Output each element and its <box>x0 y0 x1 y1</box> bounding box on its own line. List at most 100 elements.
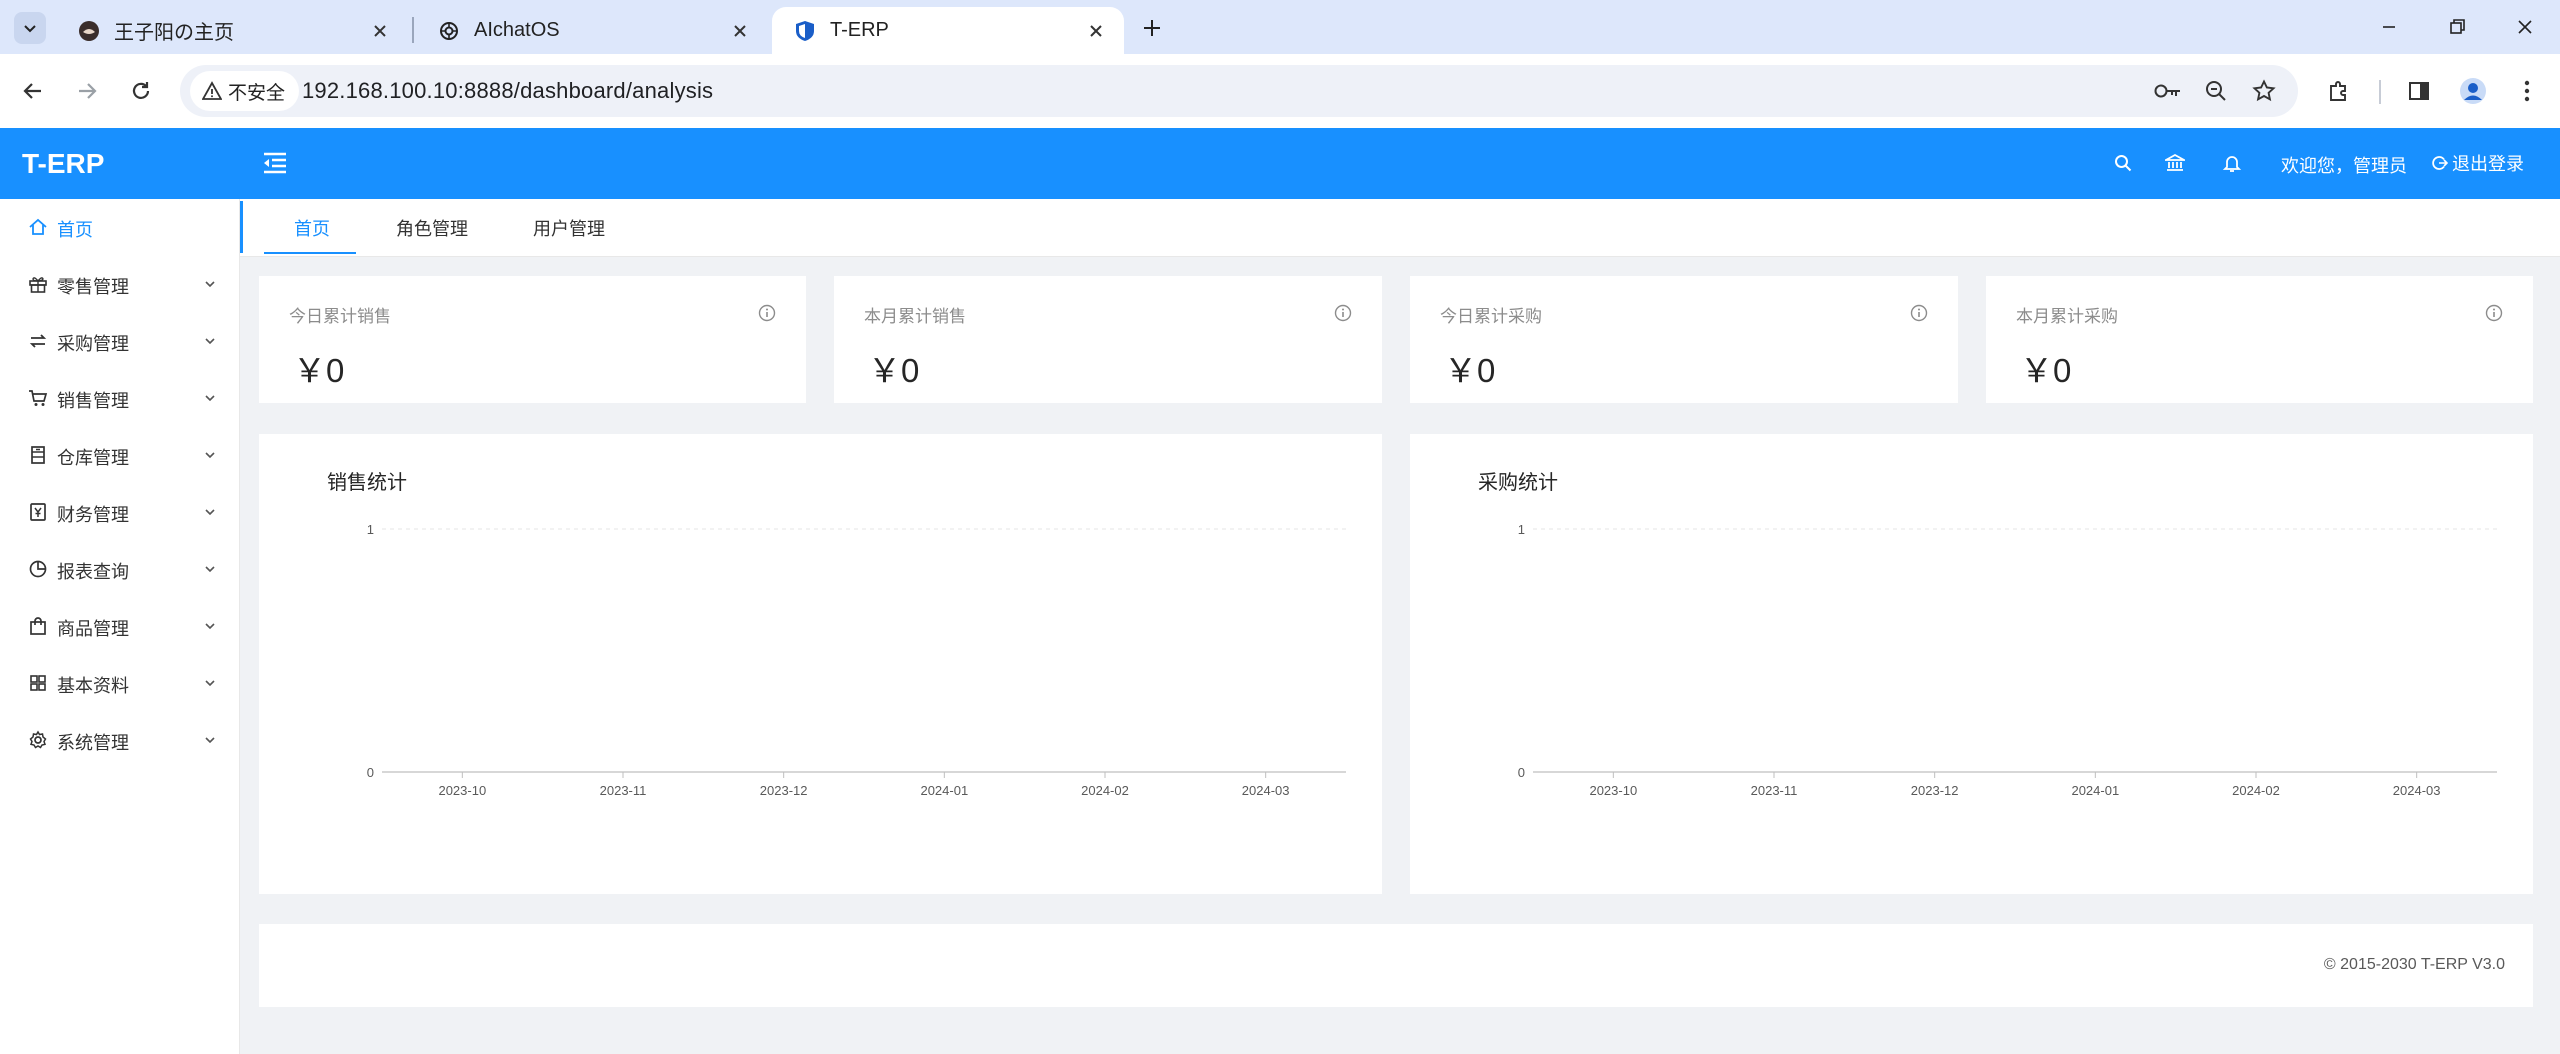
address-bar[interactable]: 不安全 192.168.100.10:8888/dashboard/analys… <box>180 65 2298 117</box>
minimize-button[interactable] <box>2356 0 2422 54</box>
new-tab-button[interactable] <box>1136 12 1168 44</box>
stat-value: ￥0 <box>293 352 345 389</box>
stat-label: 本月累计采购 <box>2016 307 2118 326</box>
app-root: T-ERP 欢迎您，管理员 退出登录 首页 零售管理 采购管理 销售管理 仓库管… <box>0 128 2560 1054</box>
arrow-left-icon <box>23 83 41 99</box>
bookmark-button[interactable] <box>2250 77 2278 105</box>
stat-label: 今日累计采购 <box>1440 307 1542 326</box>
sidebar-item-label: 零售管理 <box>57 277 129 297</box>
stat-card-month-sales: 本月累计销售 ￥0 <box>834 276 1382 403</box>
side-panel-button[interactable] <box>2400 72 2438 110</box>
tab-title: AIchatOS <box>474 19 560 41</box>
sidebar-item-reports[interactable]: 报表查询 <box>0 541 240 597</box>
chevron-down-icon <box>205 566 215 573</box>
header-bank-button[interactable] <box>2162 150 2188 176</box>
bank-icon <box>2165 153 2185 171</box>
zoom-icon <box>2206 81 2226 101</box>
browser-menu-button[interactable] <box>2508 72 2546 110</box>
tab-user-management[interactable]: 用户管理 <box>533 215 605 241</box>
footer: © 2015-2030 T-ERP V3.0 <box>259 924 2533 1007</box>
tab-role-management[interactable]: 角色管理 <box>396 215 468 241</box>
app-logo[interactable]: T-ERP <box>22 148 104 180</box>
minimize-icon <box>2383 26 2395 28</box>
restore-icon <box>2450 19 2465 34</box>
pie-chart-icon <box>29 560 47 578</box>
x-tick-label: 2023-12 <box>760 783 808 798</box>
reload-button[interactable] <box>122 72 160 110</box>
info-circle-icon[interactable] <box>1334 304 1352 322</box>
browser-tab-terp[interactable]: T-ERP <box>772 7 1124 54</box>
sidebar-item-warehouse[interactable]: 仓库管理 <box>0 427 240 483</box>
sidebar-item-label: 商品管理 <box>57 619 129 639</box>
stat-value: ￥0 <box>1444 352 1496 389</box>
close-icon[interactable] <box>728 19 752 43</box>
tab-separator <box>412 17 414 43</box>
back-button[interactable] <box>14 72 52 110</box>
browser-toolbar: 不安全 192.168.100.10:8888/dashboard/analys… <box>0 54 2560 128</box>
extensions-button[interactable] <box>2320 72 2358 110</box>
sidebar-item-label: 财务管理 <box>57 505 129 525</box>
gear-icon <box>29 730 47 749</box>
header-notification-button[interactable] <box>2219 150 2245 176</box>
x-tick-label: 2023-11 <box>600 783 647 798</box>
x-tick-label: 2024-02 <box>2232 783 2280 798</box>
forward-button[interactable] <box>68 72 106 110</box>
x-tick-label: 2023-10 <box>438 783 486 798</box>
sidebar-item-products[interactable]: 商品管理 <box>0 598 240 654</box>
close-window-button[interactable] <box>2492 0 2558 54</box>
warning-icon <box>202 81 222 100</box>
tab-search-button[interactable] <box>14 12 46 44</box>
profile-button[interactable] <box>2454 72 2492 110</box>
welcome-text: 欢迎您，管理员 <box>2281 156 2407 176</box>
chevron-down-icon <box>205 281 215 288</box>
logout-button[interactable]: 退出登录 <box>2432 150 2524 176</box>
sidebar-item-finance[interactable]: 财务管理 <box>0 484 240 540</box>
header-search-button[interactable] <box>2110 150 2136 176</box>
bell-icon <box>2222 156 2242 172</box>
zoom-button[interactable] <box>2202 77 2230 105</box>
security-chip[interactable]: 不安全 <box>190 71 300 111</box>
sidebar-item-purchase[interactable]: 采购管理 <box>0 313 240 369</box>
chevron-down-icon <box>24 25 36 33</box>
x-tick-label: 2023-11 <box>1751 783 1798 798</box>
toolbar-divider <box>2379 80 2381 104</box>
stat-card-today-purchase: 今日累计采购 ￥0 <box>1410 276 1958 403</box>
info-circle-icon[interactable] <box>1910 304 1928 322</box>
avatar-icon <box>2460 78 2486 104</box>
stat-value: ￥0 <box>868 352 920 389</box>
browser-tab-aichatos[interactable]: AIchatOS <box>416 7 768 54</box>
sidebar-item-sales[interactable]: 销售管理 <box>0 370 240 426</box>
sidebar: 首页 零售管理 采购管理 销售管理 仓库管理 财务管理 报表查询 商品管理 基本… <box>0 199 240 1054</box>
password-key-button[interactable] <box>2154 77 2182 105</box>
star-icon <box>2252 79 2276 102</box>
menu-fold-icon[interactable] <box>260 148 290 178</box>
tab-home[interactable]: 首页 <box>294 215 330 241</box>
tab-title: T-ERP <box>830 19 889 41</box>
shield-icon <box>796 20 814 41</box>
sidebar-item-retail[interactable]: 零售管理 <box>0 256 240 312</box>
chevron-down-icon <box>205 680 215 687</box>
info-circle-icon[interactable] <box>758 304 776 322</box>
chevron-down-icon <box>205 452 215 459</box>
sidebar-item-basic-data[interactable]: 基本资料 <box>0 655 240 711</box>
x-tick-label: 2024-01 <box>920 783 968 798</box>
close-icon[interactable] <box>368 19 392 43</box>
close-icon[interactable] <box>1084 19 1108 43</box>
restore-button[interactable] <box>2424 0 2490 54</box>
sidebar-item-home[interactable]: 首页 <box>0 199 240 255</box>
gift-icon <box>29 277 47 293</box>
purchase-chart: 0 1 2023-10 2023-11 2023-12 2024-01 2024-02 202… <box>1518 522 2497 798</box>
chevron-down-icon <box>205 737 215 744</box>
openai-icon <box>440 21 458 40</box>
url-text[interactable]: 192.168.100.10:8888/dashboard/analysis <box>302 78 713 104</box>
browser-tab-home[interactable]: 王子阳の主页 <box>56 7 408 54</box>
chevron-down-icon <box>205 395 215 402</box>
x-tick-label: 2024-02 <box>1081 783 1129 798</box>
sales-chart: 0 1 2023-10 2023-11 2023-12 2024-01 2024-02 202… <box>367 522 1346 798</box>
stat-label: 本月累计销售 <box>864 307 966 326</box>
sidebar-item-label: 基本资料 <box>57 676 129 696</box>
reload-icon <box>132 82 150 99</box>
sidebar-item-system[interactable]: 系统管理 <box>0 712 240 768</box>
copyright-text: © 2015-2030 T-ERP V3.0 <box>2323 956 2505 973</box>
info-circle-icon[interactable] <box>2485 304 2503 322</box>
